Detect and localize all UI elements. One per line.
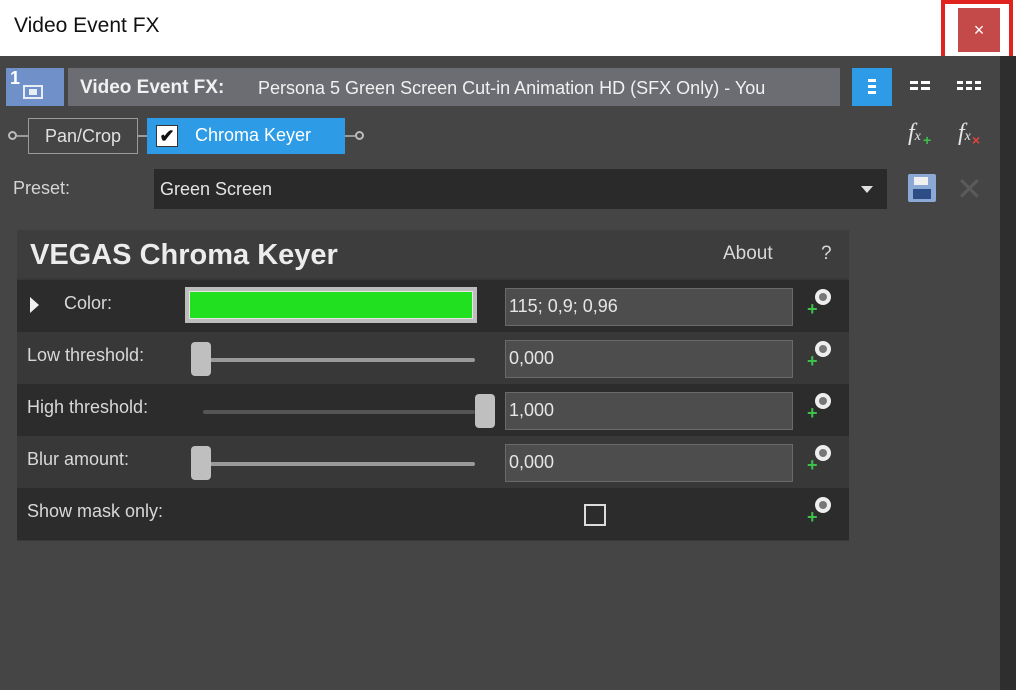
preset-value: Green Screen [160, 179, 273, 199]
grid-two-icon [910, 81, 930, 93]
color-swatch-button[interactable] [185, 287, 477, 323]
param-row-low-threshold: Low threshold: 0,000 + [17, 332, 849, 384]
expand-arrow-icon[interactable] [30, 297, 39, 313]
param-label: Show mask only: [27, 501, 164, 521]
help-link[interactable]: ? [821, 243, 832, 265]
fx-plugin-icon: f [908, 120, 915, 146]
high-threshold-value-field[interactable]: 1,000 [505, 392, 793, 430]
chain-connector [138, 135, 147, 137]
param-row-show-mask-only: Show mask only: + [17, 488, 849, 540]
preset-label: Preset: [13, 178, 71, 198]
param-row-high-threshold: High threshold: 1,000 + [17, 384, 849, 436]
high-threshold-slider-thumb[interactable] [475, 394, 495, 428]
low-threshold-value-field[interactable]: 0,000 [505, 340, 793, 378]
chain-start-node [8, 131, 17, 140]
keyframe-button[interactable]: + [807, 445, 833, 475]
media-name: Persona 5 Green Screen Cut-in Animation … [258, 78, 766, 98]
fx-remove-icon: f [958, 120, 965, 146]
close-button[interactable]: × [958, 8, 1000, 52]
keyframe-button[interactable]: + [807, 497, 833, 527]
chain-item-chroma-keyer[interactable]: ✔ Chroma Keyer [147, 118, 345, 154]
chain-end-node [355, 131, 364, 140]
param-row-color: Color: 115; 0,9; 0,96 + [17, 280, 849, 332]
window-titlebar: Video Event FX [0, 0, 1016, 56]
plugin-name: VEGAS Chroma Keyer [30, 239, 338, 271]
param-row-blur-amount: Blur amount: 0,000 + [17, 436, 849, 488]
view-two-column-button[interactable] [900, 68, 940, 106]
save-preset-button[interactable] [908, 174, 936, 202]
show-mask-only-checkbox[interactable] [584, 504, 606, 526]
chevron-down-icon [861, 186, 873, 193]
view-three-column-button[interactable] [948, 68, 988, 106]
delete-preset-button[interactable]: ✕ [956, 170, 983, 208]
blur-amount-slider-thumb[interactable] [191, 446, 211, 480]
chroma-keyer-panel: VEGAS Chroma Keyer About ? Color: 115; 0… [17, 230, 849, 541]
window-title: Video Event FX [14, 14, 160, 37]
video-track-icon: 1 [6, 68, 64, 106]
param-label: Color: [64, 293, 113, 313]
chain-item-pan-crop[interactable]: Pan/Crop [28, 118, 138, 154]
high-threshold-slider-track[interactable] [203, 410, 475, 414]
color-swatch [189, 291, 473, 319]
chroma-keyer-enable-checkbox[interactable]: ✔ [156, 125, 178, 147]
param-label: Blur amount: [27, 449, 130, 469]
event-fx-title-bar: Video Event FX: Persona 5 Green Screen C… [68, 68, 840, 106]
event-fx-label: Video Event FX: [80, 77, 225, 98]
preset-dropdown[interactable]: Green Screen [154, 169, 887, 209]
chain-connector [17, 135, 28, 137]
remove-fx-button[interactable]: fx × [958, 120, 980, 148]
chain-connector [345, 135, 355, 137]
low-threshold-slider-thumb[interactable] [191, 342, 211, 376]
blur-amount-value-field[interactable]: 0,000 [505, 444, 793, 482]
keyframe-button[interactable]: + [807, 393, 833, 423]
keyframe-button[interactable]: + [807, 341, 833, 371]
about-link[interactable]: About [723, 243, 773, 265]
add-fx-button[interactable]: fx + [908, 120, 931, 148]
low-threshold-slider-track[interactable] [203, 358, 475, 362]
chain-item-label: Chroma Keyer [195, 125, 312, 145]
track-number: 1 [10, 68, 21, 88]
film-icon [23, 85, 43, 99]
grid-three-icon [957, 81, 981, 93]
keyframe-button[interactable]: + [807, 289, 833, 319]
param-label: Low threshold: [27, 345, 145, 365]
scrollbar[interactable] [1000, 56, 1016, 690]
param-label: High threshold: [27, 397, 149, 417]
color-value-field[interactable]: 115; 0,9; 0,96 [505, 288, 793, 326]
view-single-column-button[interactable] [852, 68, 892, 106]
blur-amount-slider-track[interactable] [203, 462, 475, 466]
list-icon [868, 79, 876, 97]
plugin-header: VEGAS Chroma Keyer About ? [17, 230, 849, 278]
